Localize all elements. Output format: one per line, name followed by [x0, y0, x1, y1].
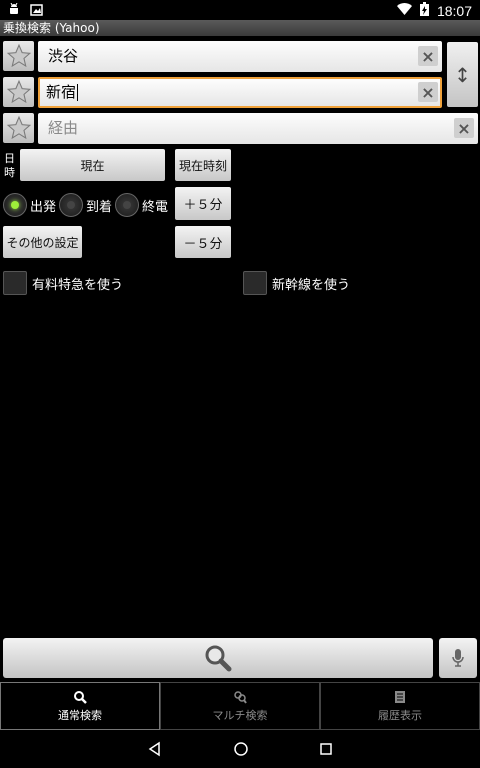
to-favorite-star-button[interactable] [3, 77, 34, 107]
swap-arrows-icon: ↕ [454, 62, 471, 87]
via-clear-button[interactable]: × [454, 118, 474, 138]
close-icon: × [421, 82, 435, 102]
to-station-value: 新宿 [46, 83, 77, 101]
tab-multi-search[interactable]: マルチ検索 [160, 682, 320, 730]
from-station-value: 渋谷 [48, 47, 79, 65]
multi-search-icon [234, 690, 247, 704]
checkbox-box [243, 271, 267, 295]
voice-input-button[interactable] [439, 638, 477, 678]
history-icon [395, 690, 405, 703]
close-icon: × [421, 46, 435, 66]
radio-last-train[interactable]: 終電 [115, 193, 168, 217]
from-station-input[interactable]: 渋谷 × [38, 41, 442, 72]
radio-indicator [115, 193, 139, 217]
via-station-input[interactable]: 経由 × [38, 113, 478, 144]
search-button[interactable] [3, 638, 433, 678]
home-icon[interactable] [233, 741, 249, 757]
to-clear-button[interactable]: × [418, 82, 438, 102]
now-time-button[interactable]: 現在時刻 [175, 149, 231, 181]
app-title: 乗換検索 (Yahoo) [0, 20, 480, 36]
star-icon [6, 115, 31, 140]
radio-arrival[interactable]: 到着 [59, 193, 112, 217]
shinkansen-checkbox[interactable]: 新幹線を使う [243, 271, 350, 295]
datetime-label: 日時 [4, 152, 15, 179]
radio-indicator [59, 193, 83, 217]
tab-history[interactable]: 履歴表示 [320, 682, 480, 730]
bottom-tab-bar: 通常検索 マルチ検索 履歴表示 [0, 682, 480, 730]
limited-express-checkbox[interactable]: 有料特急を使う [3, 271, 123, 295]
android-debug-icon [8, 2, 20, 19]
back-icon[interactable] [147, 741, 163, 757]
microphone-icon [452, 649, 464, 667]
checkbox-box [3, 271, 27, 295]
search-icon [74, 690, 87, 704]
battery-icon [419, 2, 429, 20]
recent-apps-icon[interactable] [319, 742, 333, 756]
star-icon [6, 79, 31, 104]
from-favorite-star-button[interactable] [3, 41, 34, 71]
wifi-icon [396, 3, 412, 19]
radio-indicator [3, 193, 27, 217]
text-caret [77, 84, 79, 101]
minus-5-min-button[interactable]: －５分 [175, 226, 231, 258]
datetime-button[interactable]: 現在 [20, 149, 165, 181]
radio-departure[interactable]: 出発 [3, 193, 56, 217]
other-settings-button[interactable]: その他の設定 [3, 226, 82, 258]
close-icon: × [457, 118, 471, 138]
from-clear-button[interactable]: × [418, 46, 438, 66]
clock: 18:07 [436, 3, 472, 19]
swap-stations-button[interactable]: ↕ [447, 42, 478, 107]
status-bar: 18:07 [0, 0, 480, 20]
photo-notification-icon [30, 3, 43, 19]
plus-5-min-button[interactable]: ＋５分 [175, 187, 231, 220]
via-placeholder: 経由 [48, 119, 79, 137]
via-favorite-star-button[interactable] [3, 113, 34, 143]
search-icon [205, 645, 232, 672]
star-icon [6, 43, 31, 68]
tab-normal-search[interactable]: 通常検索 [0, 682, 160, 730]
system-navigation-bar [0, 730, 480, 768]
to-station-input[interactable]: 新宿 × [38, 77, 442, 108]
